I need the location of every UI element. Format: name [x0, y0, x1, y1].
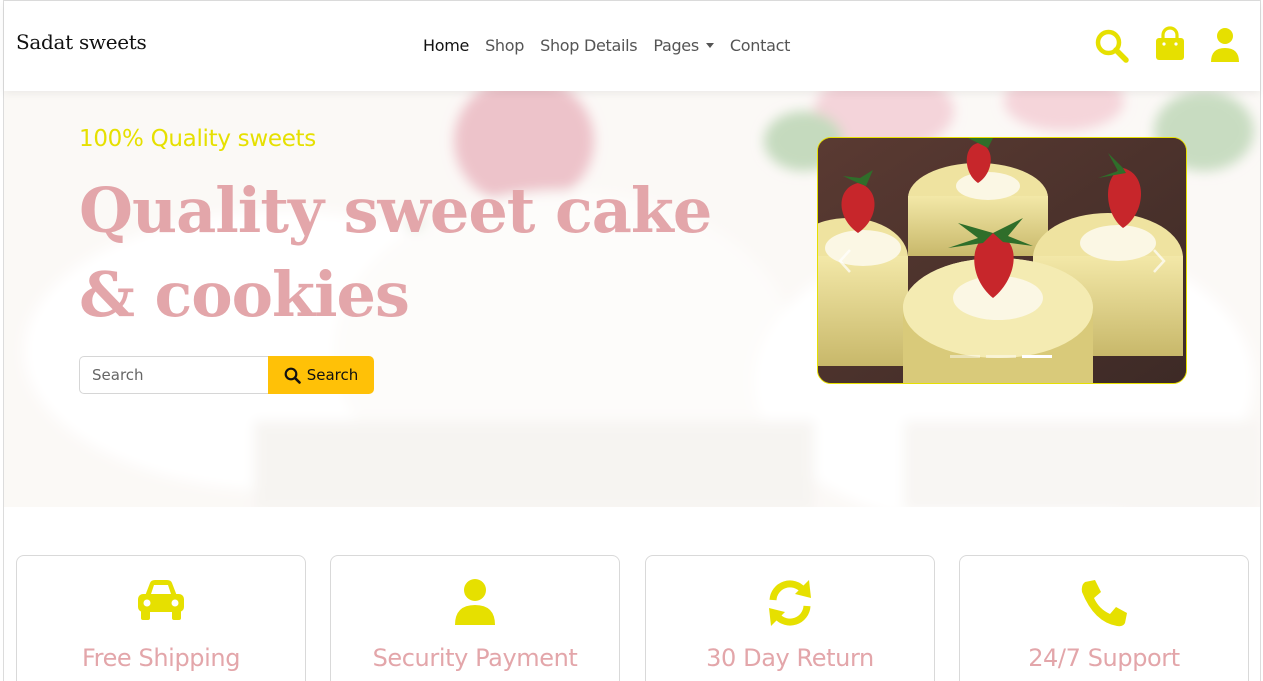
nav-icons: [1090, 26, 1239, 66]
feature-card-30-day-return: 30 Day Return: [645, 555, 935, 681]
feature-label: Security Payment: [372, 644, 578, 672]
carousel-indicators: [950, 355, 1052, 358]
carousel-indicator-2[interactable]: [986, 355, 1016, 358]
search-icon[interactable]: [1094, 28, 1130, 64]
cake-slide-image: [818, 138, 1186, 383]
hero-title: Quality sweet cake & cookies: [79, 174, 712, 331]
nav-menu: Home Shop Shop Details Pages Contact: [423, 36, 790, 55]
hero-subtitle: 100% Quality sweets: [79, 126, 316, 152]
nav-link-pages[interactable]: Pages: [653, 36, 714, 55]
hero-carousel[interactable]: [817, 137, 1187, 384]
phone-icon: [1081, 580, 1127, 627]
carousel-next-icon[interactable]: [1146, 246, 1170, 276]
car-icon: [138, 580, 184, 620]
search-button-label: Search: [306, 366, 359, 384]
feature-label: Free Shipping: [81, 644, 241, 672]
feature-card-free-shipping: Free Shipping: [16, 555, 306, 681]
feature-label: 30 Day Return: [706, 644, 874, 672]
nav-link-contact[interactable]: Contact: [730, 36, 790, 55]
shopping-bag-icon[interactable]: [1154, 26, 1186, 62]
nav-link-shop-details[interactable]: Shop Details: [540, 36, 638, 55]
user-icon[interactable]: [1210, 27, 1240, 63]
search-button[interactable]: Search: [268, 356, 374, 394]
brand-logo[interactable]: Sadat sweets: [16, 30, 147, 54]
carousel-indicator-1[interactable]: [950, 355, 980, 358]
search-input[interactable]: [79, 356, 268, 394]
carousel-indicator-3[interactable]: [1022, 355, 1052, 358]
features-section: Free Shipping Security Payment 30 Day Re…: [16, 555, 1249, 681]
feature-card-security-payment: Security Payment: [330, 555, 620, 681]
hero-section: 100% Quality sweets Quality sweet cake &…: [4, 91, 1260, 507]
feature-card-24-7-support: 24/7 Support: [959, 555, 1249, 681]
user-icon: [455, 579, 495, 625]
nav-link-shop[interactable]: Shop: [485, 36, 524, 55]
caret-down-icon: [705, 43, 714, 48]
search-icon: [284, 367, 301, 384]
nav-link-home[interactable]: Home: [423, 36, 469, 55]
hero-search-form: Search: [79, 356, 374, 394]
carousel-prev-icon[interactable]: [834, 246, 858, 276]
nav-link-pages-label: Pages: [653, 36, 699, 55]
feature-label: 24/7 Support: [1028, 644, 1180, 672]
navbar: Sadat sweets Home Shop Shop Details Page…: [4, 1, 1260, 91]
sync-icon: [769, 580, 811, 626]
